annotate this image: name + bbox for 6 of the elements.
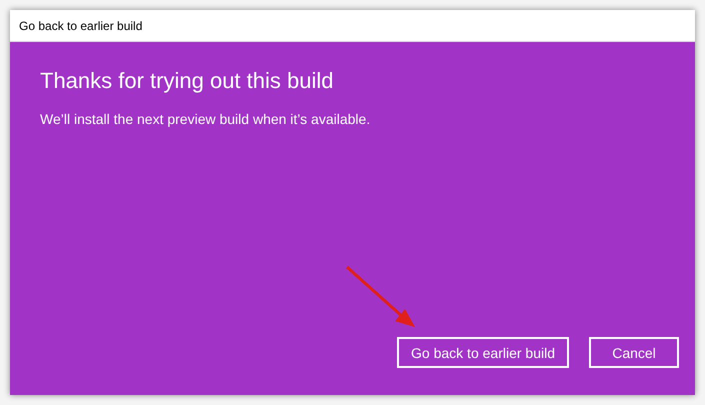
dialog-message: We’ll install the next preview build when it’s available. xyxy=(40,111,372,127)
window-title: Go back to earlier build xyxy=(19,18,142,32)
dialog-heading: Thanks for trying out this build xyxy=(40,68,334,94)
arrow-icon xyxy=(345,265,417,329)
go-back-button[interactable]: Go back to earlier build xyxy=(397,337,569,368)
cancel-button[interactable]: Cancel xyxy=(589,337,679,368)
